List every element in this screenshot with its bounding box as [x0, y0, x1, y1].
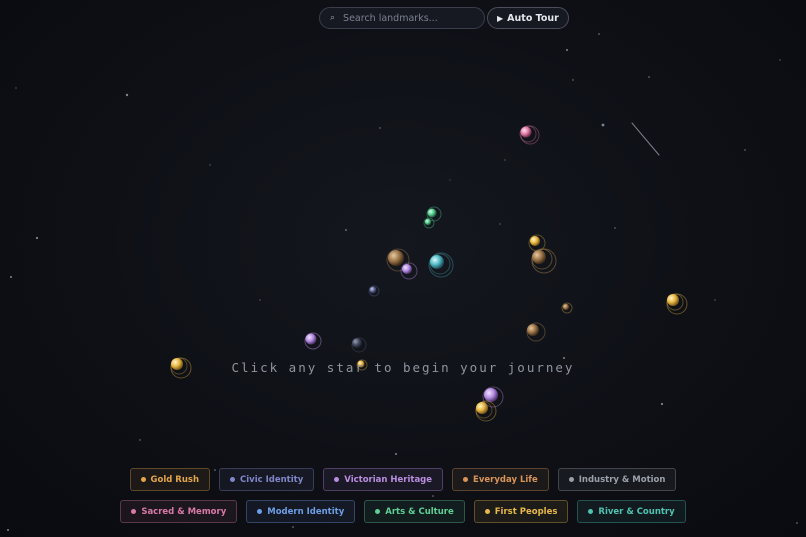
shooting-star: [631, 122, 660, 156]
category-dot-icon: [334, 477, 340, 482]
category-filter-modern-identity[interactable]: Modern Identity: [246, 500, 356, 523]
search-input[interactable]: [341, 11, 476, 25]
category-filter-first-peoples[interactable]: First Peoples: [473, 500, 569, 523]
search-icon: ⌕: [330, 13, 336, 23]
category-filter-river-country[interactable]: River & Country: [577, 500, 686, 523]
star-map: [7, 33, 798, 531]
category-dot-icon: [588, 509, 594, 514]
category-label: River & Country: [598, 506, 675, 517]
category-label: Modern Identity: [267, 506, 345, 517]
play-icon: ▶: [497, 13, 504, 23]
category-label: Gold Rush: [150, 474, 200, 485]
category-filter-civic-identity[interactable]: Civic Identity: [219, 468, 315, 491]
category-label: Everyday Life: [473, 474, 538, 485]
category-filter-gold-rush[interactable]: Gold Rush: [129, 468, 211, 491]
star-green-2[interactable]: [423, 217, 435, 229]
star-gold-2[interactable]: [666, 293, 688, 315]
category-filter-victorian-heritage[interactable]: Victorian Heritage: [323, 468, 444, 491]
category-dot-icon: [463, 477, 469, 482]
star-purple-1[interactable]: [400, 262, 418, 280]
journey-prompt: Click any star to begin your journey: [231, 360, 575, 375]
category-label: First Peoples: [494, 506, 558, 517]
star-purple-2[interactable]: [304, 332, 322, 350]
star-green-1[interactable]: [426, 206, 442, 222]
category-label: Civic Identity: [240, 474, 304, 485]
category-label: Industry & Motion: [578, 474, 666, 485]
star-brown-4[interactable]: [526, 322, 546, 342]
star-gold-5[interactable]: [475, 400, 497, 422]
star-pink-1[interactable]: [519, 125, 540, 145]
category-filter-sacred-memory[interactable]: Sacred & Memory: [120, 500, 238, 523]
background-stars: [7, 33, 798, 531]
category-dot-icon: [230, 477, 236, 482]
category-filter-arts-culture[interactable]: Arts & Culture: [364, 500, 465, 523]
star-brown-2[interactable]: [531, 248, 557, 274]
category-dot-icon: [568, 477, 574, 482]
category-legend-row-2: Sacred & Memory Modern Identity Arts & Cul…: [0, 500, 806, 523]
category-dot-icon: [131, 509, 137, 514]
star-teal-1[interactable]: [428, 252, 454, 278]
category-filter-everyday-life[interactable]: Everyday Life: [452, 468, 549, 491]
category-dot-icon: [375, 509, 381, 514]
category-filter-industry-motion[interactable]: Industry & Motion: [557, 468, 677, 491]
category-dot-icon: [484, 509, 490, 514]
star-blue-1[interactable]: [368, 285, 380, 297]
top-bar: ⌕ ▶ Auto Tour: [319, 7, 569, 29]
category-label: Sacred & Memory: [141, 506, 227, 517]
star-brown-3[interactable]: [561, 302, 573, 314]
category-dot-icon: [257, 509, 263, 514]
auto-tour-button[interactable]: ▶ Auto Tour: [487, 7, 569, 29]
auto-tour-label: Auto Tour: [507, 12, 559, 24]
category-label: Victorian Heritage: [344, 474, 433, 485]
category-legend-row-1: Gold Rush Civic Identity Victorian Heritag…: [0, 468, 806, 491]
star-slate-1[interactable]: [351, 337, 367, 353]
category-dot-icon: [140, 477, 146, 482]
category-label: Arts & Culture: [385, 506, 454, 517]
search-box[interactable]: ⌕: [319, 7, 485, 29]
